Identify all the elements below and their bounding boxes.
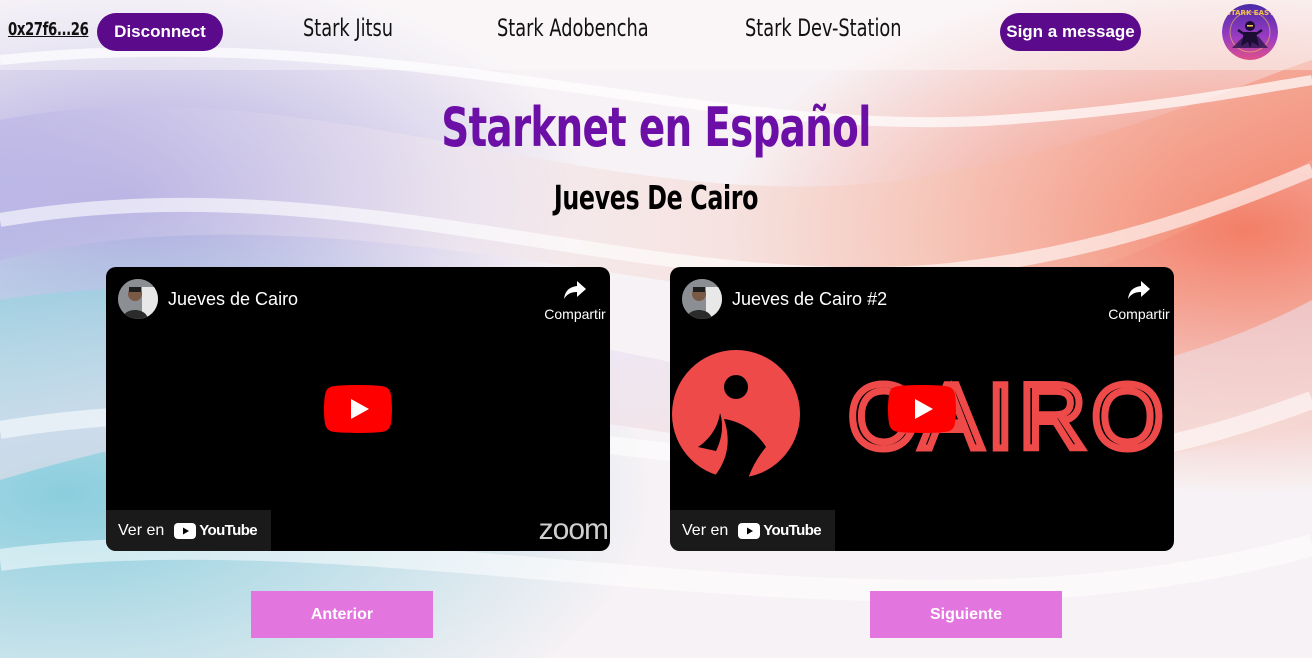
person-avatar-icon: [118, 279, 158, 319]
youtube-label: YouTube: [199, 522, 257, 539]
share-label: Compartir: [544, 306, 606, 322]
nav-stark-adobencha[interactable]: Stark Adobencha: [497, 14, 649, 42]
youtube-label: YouTube: [763, 522, 821, 539]
nav-stark-dev-station[interactable]: Stark Dev-Station: [745, 14, 902, 42]
youtube-play-icon[interactable]: [324, 385, 392, 433]
channel-avatar[interactable]: [682, 279, 722, 319]
youtube-play-icon[interactable]: [888, 385, 956, 433]
disconnect-button[interactable]: Disconnect: [97, 13, 223, 51]
youtube-logo: YouTube: [174, 522, 258, 539]
zoom-watermark: zoom: [538, 513, 609, 546]
ninja-logo-icon: STARK EASY: [1222, 4, 1278, 60]
logo-text: STARK EASY: [1226, 9, 1275, 17]
video-player-1[interactable]: Jueves de Cairo Compartir Ver en YouTube…: [106, 267, 610, 551]
watch-on-youtube-link[interactable]: Ver en YouTube: [670, 510, 835, 551]
watch-on-youtube-link[interactable]: Ver en YouTube: [106, 510, 271, 551]
share-button[interactable]: Compartir: [540, 279, 610, 322]
video-player-2[interactable]: CAIRO Jueves de Cairo #2 Compartir Ver e…: [670, 267, 1174, 551]
next-button[interactable]: Siguiente: [870, 591, 1062, 638]
youtube-logo-icon: [174, 522, 197, 539]
sign-message-button[interactable]: Sign a message: [1000, 13, 1141, 51]
stark-easy-logo[interactable]: STARK EASY: [1222, 4, 1278, 60]
page-subtitle: Jueves De Cairo: [553, 178, 759, 217]
channel-avatar[interactable]: [118, 279, 158, 319]
share-arrow-icon: [564, 281, 586, 299]
video-title[interactable]: Jueves de Cairo #2: [732, 289, 887, 310]
share-label: Compartir: [1108, 306, 1170, 322]
page-title: Starknet en Español: [441, 96, 871, 159]
watch-on-label: Ver en: [682, 521, 729, 539]
youtube-logo: YouTube: [738, 522, 822, 539]
video-title[interactable]: Jueves de Cairo: [168, 289, 298, 310]
watch-on-label: Ver en: [118, 521, 165, 539]
share-button[interactable]: Compartir: [1104, 279, 1174, 322]
wallet-address[interactable]: 0x27f6...26: [8, 19, 89, 40]
youtube-logo-icon: [738, 522, 761, 539]
previous-button[interactable]: Anterior: [251, 591, 433, 638]
nav-stark-jitsu[interactable]: Stark Jitsu: [303, 14, 393, 42]
person-avatar-icon: [682, 279, 722, 319]
share-arrow-icon: [1128, 281, 1150, 299]
